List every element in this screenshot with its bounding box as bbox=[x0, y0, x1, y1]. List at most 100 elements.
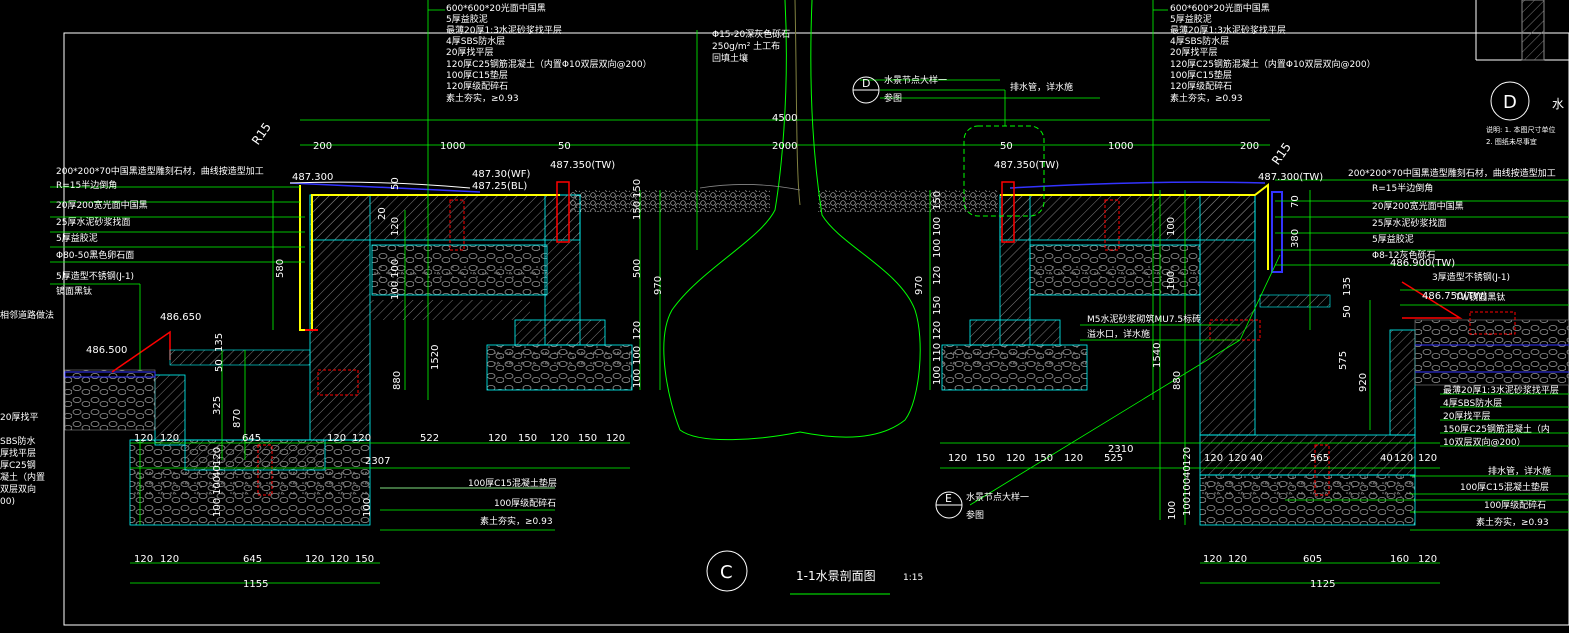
callout-lf-7: 00) bbox=[0, 497, 15, 507]
callout-m-3: 水景节点大样一 bbox=[884, 74, 947, 86]
dim-ll-3: 120 bbox=[327, 433, 346, 444]
callout-br-1: 100厚C15混凝土垫层 bbox=[1460, 481, 1549, 493]
callout-m-1: 溢水口，详水施 bbox=[1087, 328, 1150, 340]
left-structure bbox=[64, 181, 633, 526]
dim-br-2: 605 bbox=[1303, 554, 1322, 565]
dim-mr-0: 120 bbox=[948, 453, 967, 464]
callout-lf-1: 20厚找平 bbox=[0, 411, 38, 423]
vdim-l-9: 100 bbox=[362, 498, 373, 517]
vdim-r-4: 575 bbox=[1338, 351, 1349, 370]
callout-r-2: 20厚200宽光面中国黑 bbox=[1372, 200, 1464, 212]
dim-top-5: 1000 bbox=[1108, 141, 1133, 152]
callouts-left-far: 相邻道路做法 20厚找平 SBS防水 厚找平层 厚C25钢 凝土（内置 双层双向… bbox=[0, 309, 54, 507]
callout-rt-0: 600*600*20光面中国黑 bbox=[1170, 2, 1270, 14]
vdim-cr-7: 110 bbox=[932, 343, 943, 362]
dim-rl-3: 565 bbox=[1310, 453, 1329, 464]
vdim-cl-3: 100 bbox=[390, 259, 401, 278]
vdim-r-3: 135 bbox=[1342, 277, 1353, 296]
elev-right-tw2: 486.750(TW) bbox=[1422, 291, 1487, 302]
dim-ml-0: 120 bbox=[488, 433, 507, 444]
vdim-r-10: 100 bbox=[1167, 501, 1178, 520]
callout-l-0: 200*200*70中国黑造型雕刻石材，曲线按造型加工 bbox=[56, 165, 264, 177]
dim-ml-522: 522 bbox=[420, 433, 439, 444]
corner-note-3: 2. 图纸未尽事宜 bbox=[1486, 137, 1537, 146]
dim-ll-0: 120 bbox=[134, 433, 153, 444]
callout-rt-6: 100厚C15垫层 bbox=[1170, 69, 1232, 81]
callout-rt-2: 最薄20厚1:3水泥砂浆找平层 bbox=[1170, 24, 1286, 36]
detail-mark-e-label: E bbox=[945, 492, 952, 505]
dim-bl-2: 645 bbox=[243, 554, 262, 565]
vdim-r-8: 100 bbox=[1182, 478, 1193, 497]
dim-rl-2: 40 bbox=[1250, 453, 1263, 464]
callouts-bottom-left: 100厚C15混凝土垫层 100厚级配碎石 素土夯实，≥0.93 bbox=[468, 477, 557, 527]
callout-rt-1: 5厚益胶泥 bbox=[1170, 13, 1212, 25]
corner-note-2: 说明: 1. 本图尺寸单位 bbox=[1486, 125, 1556, 134]
dim-right-2310: 2310 bbox=[1108, 444, 1133, 455]
elev-right-coping: 487.300(TW) bbox=[1258, 172, 1323, 183]
dim-ml-2: 120 bbox=[550, 433, 569, 444]
dim-br-4: 120 bbox=[1418, 554, 1437, 565]
dim-br-1: 120 bbox=[1228, 554, 1247, 565]
dim-top-3: 2000 bbox=[772, 141, 797, 152]
vdim-cr-2: 100 bbox=[932, 217, 943, 236]
vdim-cl-5: 880 bbox=[392, 371, 403, 390]
vdim-l-2: 135 bbox=[214, 333, 225, 352]
vdim-cr-6: 120 bbox=[932, 321, 943, 340]
callout-l-4: 5厚益胶泥 bbox=[56, 232, 98, 244]
vdim-r-7: 40 bbox=[1182, 465, 1193, 478]
vdim-l-5: 120 bbox=[212, 447, 223, 466]
callout-l-2: 20厚200宽光面中国黑 bbox=[56, 199, 148, 211]
vdim-l-4: 870 bbox=[232, 409, 243, 428]
callout-l-6: 5厚造型不锈钢(J-1) bbox=[56, 270, 134, 282]
vdim-cl-0: 50 bbox=[390, 177, 401, 190]
elevation-labels: 487.300 487.30(WF) 487.25(BL) 487.350(TW… bbox=[86, 120, 1487, 356]
callout-bl-2: 素土夯实，≥0.93 bbox=[480, 515, 553, 527]
elev-left-outer: 486.500 bbox=[86, 345, 127, 356]
corner-detail: D 水 说明: 1. 本图尺寸单位 2. 图纸未尽事宜 bbox=[1475, 0, 1569, 146]
callout-m-4: 参图 bbox=[884, 92, 902, 104]
callout-l-3: 25厚水泥砂浆找面 bbox=[56, 216, 130, 228]
dim-ll-2: 645 bbox=[242, 433, 261, 444]
callout-lt-6: 100厚C15垫层 bbox=[446, 69, 508, 81]
elev-tw-left: 487.350(TW) bbox=[550, 160, 615, 171]
callout-lt-8: 素土夯实，≥0.93 bbox=[446, 92, 519, 104]
dim-rl-4: 40 bbox=[1380, 453, 1393, 464]
callout-rl-3: 150厚C25钢筋混凝土（内 bbox=[1443, 423, 1550, 435]
callout-lf-0: 相邻道路做法 bbox=[0, 309, 54, 321]
dim-bl-4: 120 bbox=[330, 554, 349, 565]
vdim-cl-8: 970 bbox=[653, 276, 664, 295]
callout-rt-4: 20厚找平层 bbox=[1170, 46, 1217, 58]
vdim-cl-9: 150 bbox=[632, 179, 643, 198]
callout-lf-5: 凝土（内置 bbox=[0, 471, 45, 483]
vdim-l-7: 100 bbox=[212, 476, 223, 495]
callouts-left-top: 600*600*20光面中国黑 5厚益胶泥 最薄20厚1:3水泥砂浆找平层 4厚… bbox=[446, 2, 652, 104]
callout-r-1: R=15半边倒角 bbox=[1372, 182, 1433, 194]
vdim-cl-4: 100 bbox=[390, 281, 401, 300]
vdim-l-0: 580 bbox=[275, 259, 286, 278]
callout-bl-1: 100厚级配碎石 bbox=[494, 497, 556, 509]
drawing-scale: 1:15 bbox=[903, 573, 923, 583]
callout-lt-1: 5厚益胶泥 bbox=[446, 13, 488, 25]
vdim-l-1: 50 bbox=[214, 359, 225, 372]
callout-r-4: 5厚益胶泥 bbox=[1372, 233, 1414, 245]
callout-l-7: 镜面黑钛 bbox=[56, 285, 92, 297]
callout-c-2: 回填土壤 bbox=[712, 52, 748, 64]
vdim-cl-13: 100 bbox=[632, 369, 643, 388]
callout-c-1: 250g/m² 土工布 bbox=[712, 40, 780, 52]
title-block: C 1-1水景剖面图 1:15 bbox=[706, 550, 923, 595]
bottom-dimensions: 120 120 645 120 120 150 1155 120 120 605… bbox=[134, 554, 1437, 590]
callout-rt-7: 120厚级配碎石 bbox=[1170, 80, 1232, 92]
callout-bl-0: 100厚C15混凝土垫层 bbox=[468, 477, 557, 489]
vdim-r-1: 380 bbox=[1290, 229, 1301, 248]
dim-br-3: 160 bbox=[1390, 554, 1409, 565]
detail-marker-e: E 水景节点大样一 参图 bbox=[935, 491, 1029, 521]
callout-br-0: 排水管，详水施 bbox=[1488, 465, 1551, 477]
elev-bl: 487.25(BL) bbox=[472, 181, 527, 192]
callout-br-2: 100厚级配碎石 bbox=[1484, 499, 1546, 511]
callout-rl-0: 最薄20厚1:3水泥砂浆找平层 bbox=[1443, 384, 1559, 396]
dim-rl-1: 120 bbox=[1228, 453, 1247, 464]
vdim-cr-5: 150 bbox=[932, 296, 943, 315]
dim-bl-3: 120 bbox=[305, 554, 324, 565]
dim-mr-1: 150 bbox=[976, 453, 995, 464]
vdim-cr-10: 100 bbox=[1166, 271, 1177, 290]
